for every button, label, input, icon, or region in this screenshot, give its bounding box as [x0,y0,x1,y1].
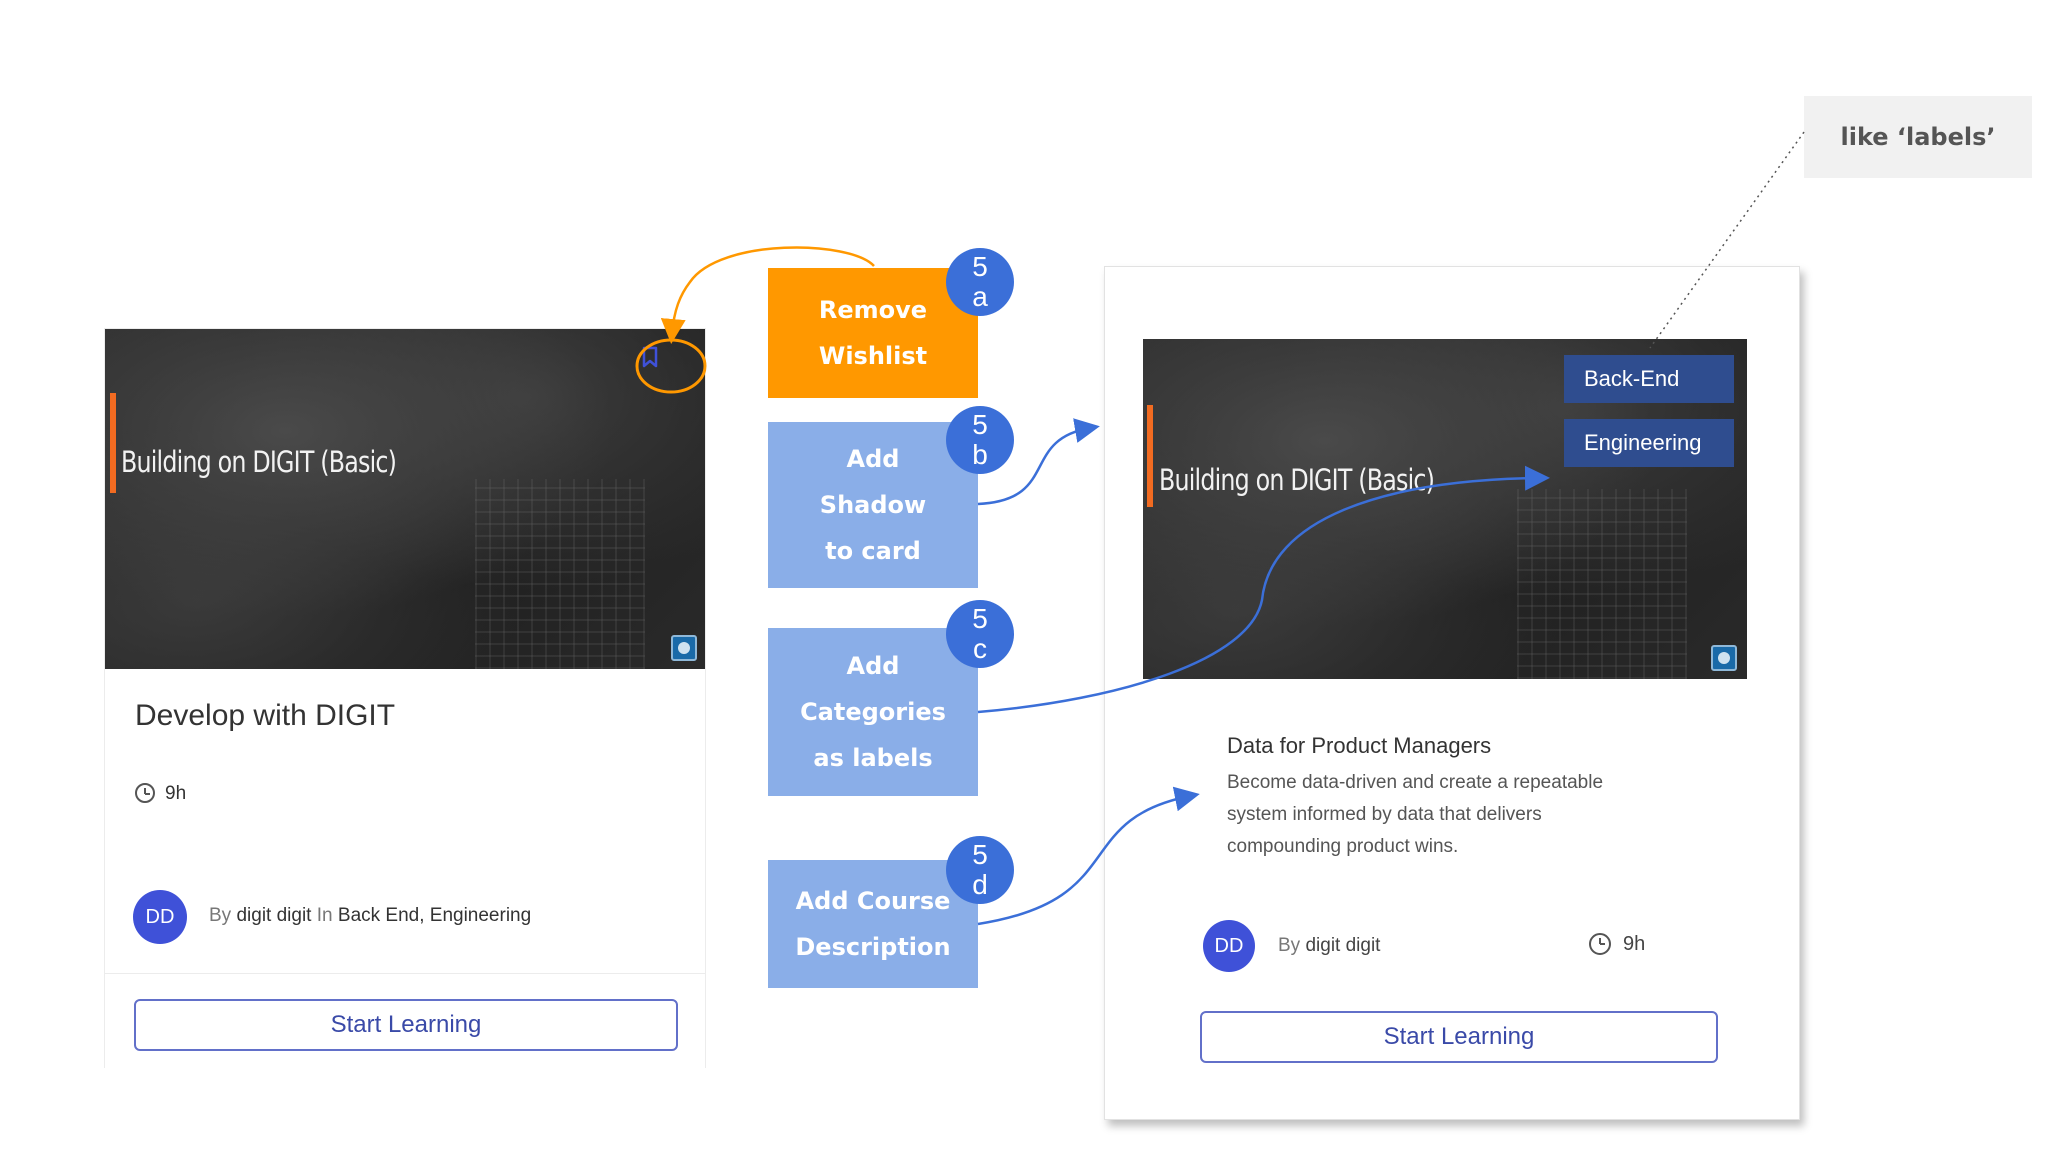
arrow-5d [977,786,1200,926]
callout-leader-line [1649,131,1805,349]
arrow-5a [660,246,875,344]
arrow-5b [977,418,1100,506]
connector-arrows [635,131,1805,926]
arrow-5c [977,465,1550,714]
bookmark-highlight-ring [635,338,707,394]
